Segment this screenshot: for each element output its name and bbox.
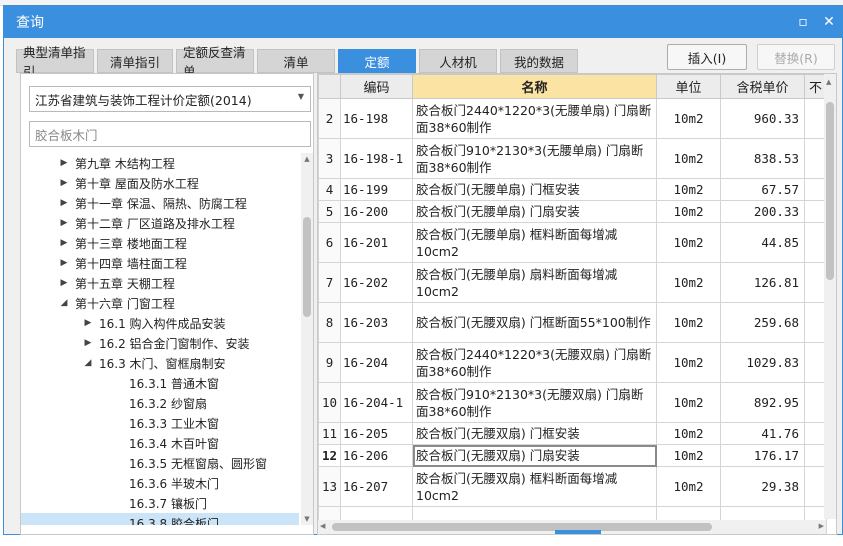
tree-leaf[interactable]: 16.3.4 木百叶窗 — [21, 433, 299, 453]
header-price[interactable]: 含税单价 — [720, 74, 805, 99]
tree-leaf[interactable]: 16.3.6 半玻木门 — [21, 473, 299, 493]
tab-bar: 典型清单指引 清单指引 定额反查清单 清单 定额 人材机 我的数据 — [16, 45, 581, 79]
tab-typical-bill-guide[interactable]: 典型清单指引 — [16, 45, 94, 79]
expand-arrow-icon[interactable]: ▶ — [81, 318, 95, 328]
table-row[interactable]: 6 16-201 胶合板门(无腰单扇) 框料断面每增减10cm2 10m2 44.85 — [318, 222, 827, 263]
table-row[interactable]: 10 16-204-1 胶合板门910*2130*3(无腰双扇) 门扇断面38*60… — [318, 382, 827, 423]
quota-table: 编码 名称 单位 含税单价 不 2 16-198 胶合板门2440*1220*3(无… — [318, 74, 827, 534]
left-panel: 江苏省建筑与装饰工程计价定额(2014) ▼ 胶合板木门 ▶ 第九章 木结构工程 … — [20, 73, 314, 535]
tab-quota[interactable]: 定额 — [338, 49, 416, 73]
collapse-arrow-icon[interactable]: ◢ — [57, 298, 71, 308]
query-dialog: 查询 ▫ ✕ 典型清单指引 清单指引 定额反查清单 清单 定额 人材机 我的数据… — [3, 5, 843, 535]
tree-node[interactable]: ▶ 16.1 购入构件成品安装 — [21, 313, 299, 333]
tree-node[interactable]: ▶ 第十四章 墙柱面工程 — [21, 253, 299, 273]
table-row[interactable]: 8 16-203 胶合板门(无腰双扇) 门框断面55*100制作 10m2 259.68 — [318, 302, 827, 343]
search-input[interactable]: 胶合板木门 — [29, 121, 311, 147]
table-row[interactable]: 2 16-198 胶合板门2440*1220*3(无腰单扇) 门扇断面38*60制作… — [318, 98, 827, 139]
tree-node[interactable]: ◢ 第十六章 门窗工程 — [21, 293, 299, 313]
tree-node[interactable]: ▶ 第九章 木结构工程 — [21, 153, 299, 173]
tab-quota-reverse-lookup[interactable]: 定额反查清单 — [176, 45, 254, 79]
splitter-handle[interactable] — [555, 530, 601, 534]
scroll-right-icon[interactable]: ▶ — [819, 522, 824, 530]
tab-bill[interactable]: 清单 — [257, 49, 335, 73]
tab-my-data[interactable]: 我的数据 — [500, 49, 578, 73]
scroll-thumb[interactable] — [826, 102, 834, 280]
table-row[interactable]: 5 16-200 胶合板门(无腰单扇) 门扇安装 10m2 200.33 — [318, 200, 827, 223]
table-vertical-scrollbar[interactable]: ▲ — [824, 74, 836, 519]
quota-book-value: 江苏省建筑与装饰工程计价定额(2014) — [35, 92, 252, 108]
tree-node[interactable]: ▶ 16.2 铝合金门窗制作、安装 — [21, 333, 299, 353]
title-bar: 查询 ▫ ✕ — [4, 6, 842, 38]
tree-leaf[interactable]: 16.3.1 普通木窗 — [21, 373, 299, 393]
table-header: 编码 名称 单位 含税单价 不 — [318, 74, 827, 99]
expand-arrow-icon[interactable]: ▶ — [57, 278, 71, 288]
expand-arrow-icon[interactable]: ▶ — [57, 198, 71, 208]
scroll-up-icon[interactable]: ▲ — [826, 78, 831, 86]
replace-button[interactable]: 替换(R) — [757, 44, 835, 70]
scroll-thumb[interactable] — [332, 523, 712, 531]
header-index — [318, 74, 341, 99]
insert-button[interactable]: 插入(I) — [667, 44, 747, 70]
chevron-down-icon: ▼ — [297, 92, 304, 101]
tree-scrollbar[interactable]: ▲ ▼ — [301, 153, 313, 525]
tree-node[interactable]: ▶ 第十章 屋面及防水工程 — [21, 173, 299, 193]
quota-book-select[interactable]: 江苏省建筑与装饰工程计价定额(2014) ▼ — [29, 86, 311, 112]
expand-arrow-icon[interactable]: ▶ — [57, 218, 71, 228]
header-name[interactable]: 名称 — [412, 74, 657, 99]
table-row-selected[interactable]: 12 16-206 胶合板门(无腰双扇) 门扇安装 10m2 176.17 — [318, 444, 827, 467]
restore-icon[interactable]: ▫ — [790, 14, 816, 30]
tree-node[interactable]: ▶ 第十一章 保温、隔热、防腐工程 — [21, 193, 299, 213]
tree-leaf[interactable]: 16.3.3 工业木窗 — [21, 413, 299, 433]
expand-arrow-icon[interactable]: ▶ — [57, 238, 71, 248]
expand-arrow-icon[interactable]: ▶ — [57, 158, 71, 168]
scroll-down-icon[interactable]: ▼ — [302, 515, 312, 523]
scroll-up-icon[interactable]: ▲ — [302, 155, 312, 163]
scroll-left-icon[interactable]: ◀ — [320, 522, 325, 530]
tree-leaf-selected[interactable]: 16.3.8 胶合板门 — [21, 513, 299, 525]
dialog-title: 查询 — [16, 15, 44, 31]
expand-arrow-icon[interactable]: ▶ — [57, 178, 71, 188]
tree-node[interactable]: ◢ 16.3 木门、窗框扇制安 — [21, 353, 299, 373]
table-row[interactable]: 7 16-202 胶合板门(无腰单扇) 扇料断面每增减10cm2 10m2 126.81 — [318, 262, 827, 303]
tree-leaf[interactable]: 16.3.7 镶板门 — [21, 493, 299, 513]
quota-table-panel: 编码 名称 单位 含税单价 不 2 16-198 胶合板门2440*1220*3(无… — [317, 73, 837, 535]
expand-arrow-icon[interactable]: ▶ — [57, 258, 71, 268]
close-icon[interactable]: ✕ — [816, 14, 842, 30]
table-row[interactable]: 13 16-207 胶合板门(无腰双扇) 框料断面每增减10cm2 10m2 29.38 — [318, 466, 827, 507]
tree-node[interactable]: ▶ 第十五章 天棚工程 — [21, 273, 299, 293]
expand-arrow-icon[interactable]: ▶ — [81, 338, 95, 348]
header-unit[interactable]: 单位 — [656, 74, 721, 99]
header-code[interactable]: 编码 — [340, 74, 413, 99]
table-row[interactable]: 11 16-205 胶合板门(无腰双扇) 门框安装 10m2 41.76 — [318, 422, 827, 445]
chapter-tree: ▶ 第九章 木结构工程 ▶ 第十章 屋面及防水工程 ▶ 第十一章 保温、隔热、防腐工程… — [21, 153, 299, 525]
tab-bill-guide[interactable]: 清单指引 — [97, 49, 173, 73]
tab-labor-material-machine[interactable]: 人材机 — [419, 49, 497, 73]
table-row[interactable]: 9 16-204 胶合板门2440*1220*3(无腰双扇) 门扇断面38*60制作… — [318, 342, 827, 383]
scroll-thumb[interactable] — [303, 217, 311, 317]
tree-node[interactable]: ▶ 第十二章 厂区道路及排水工程 — [21, 213, 299, 233]
tree-node[interactable]: ▶ 第十三章 楼地面工程 — [21, 233, 299, 253]
tree-leaf[interactable]: 16.3.5 无框窗扇、圆形窗 — [21, 453, 299, 473]
tree-leaf[interactable]: 16.3.2 纱窗扇 — [21, 393, 299, 413]
collapse-arrow-icon[interactable]: ◢ — [81, 358, 95, 368]
table-row[interactable]: 4 16-199 胶合板门(无腰单扇) 门框安装 10m2 67.57 — [318, 178, 827, 201]
table-row[interactable]: 3 16-198-1 胶合板门910*2130*3(无腰单扇) 门扇断面38*60制… — [318, 138, 827, 179]
